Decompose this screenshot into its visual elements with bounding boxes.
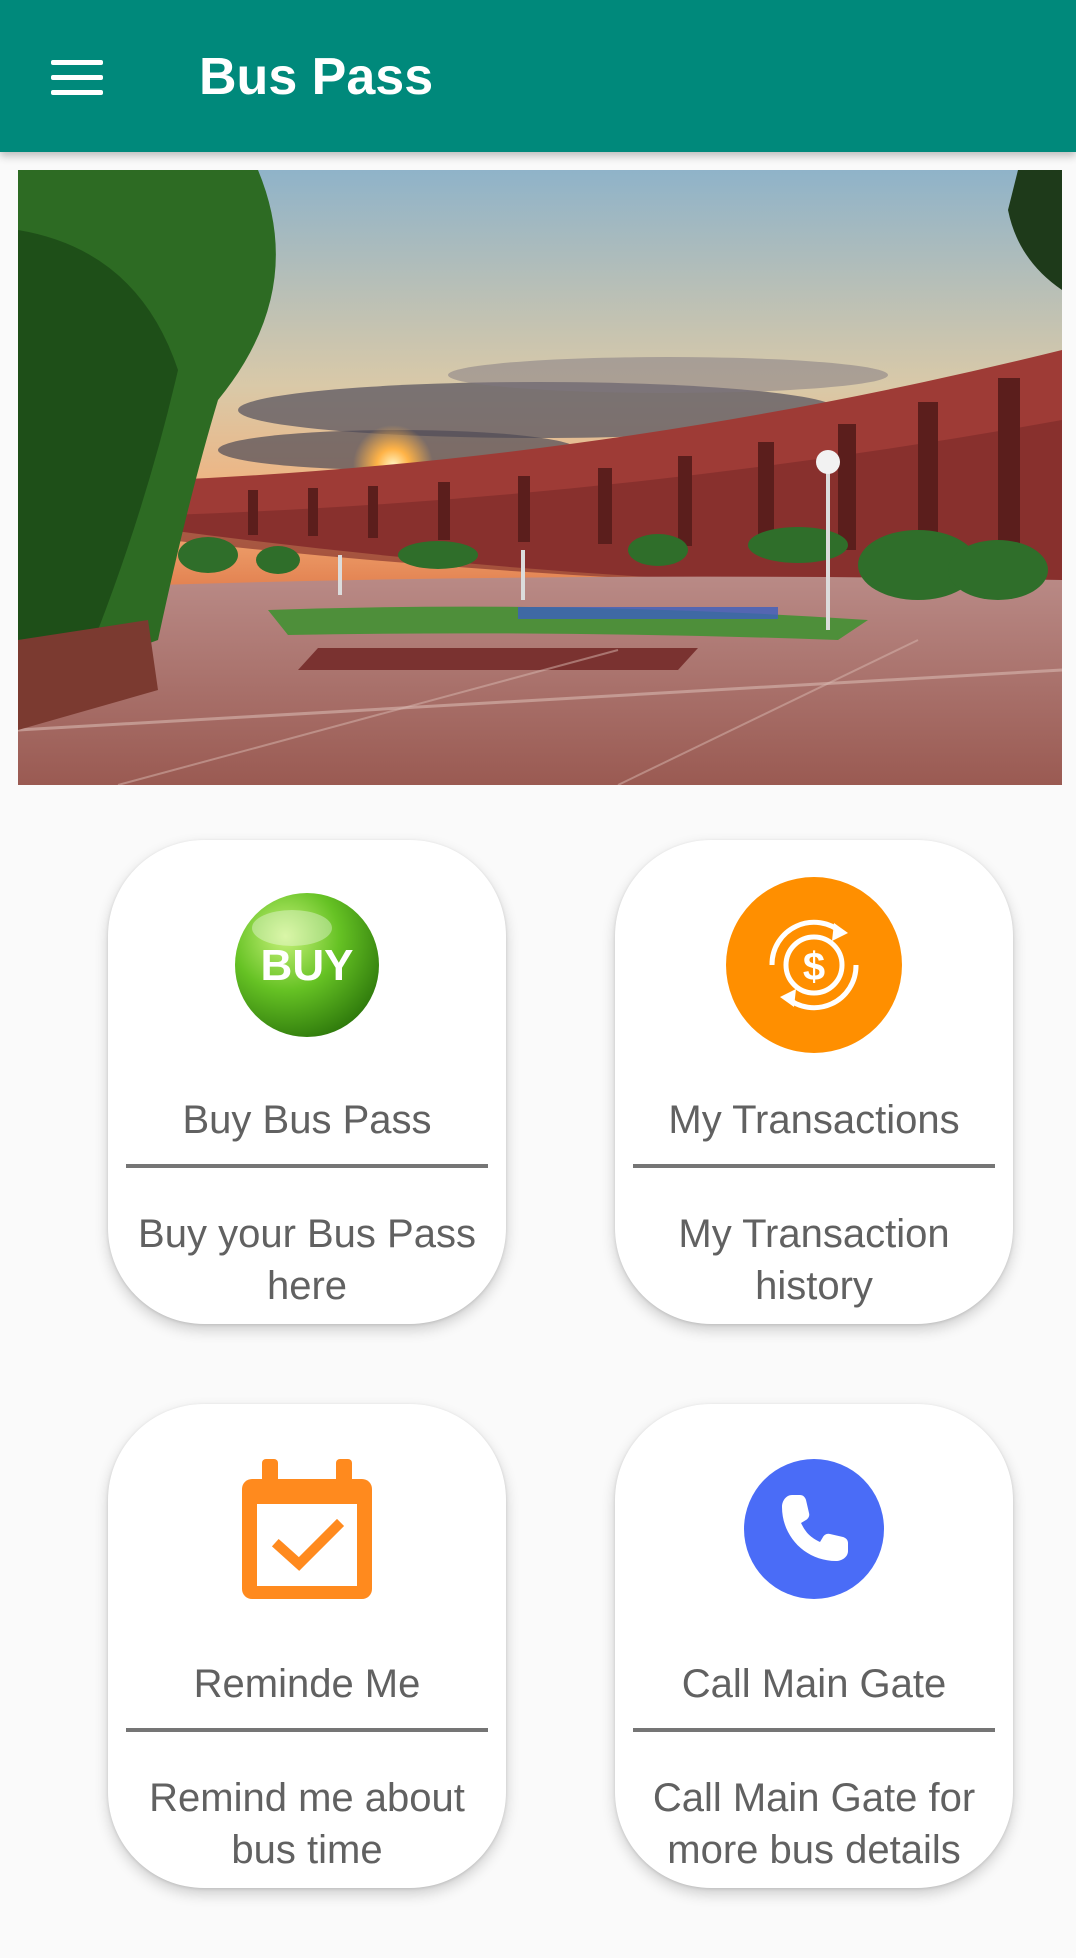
divider [126, 1164, 488, 1168]
divider [126, 1728, 488, 1732]
phone-icon [744, 1459, 884, 1599]
card-subtitle: Call Main Gate for more bus details [652, 1776, 976, 1872]
campus-banner-image [18, 170, 1062, 785]
card-subtitle: Buy your Bus Pass here [138, 1212, 476, 1308]
calendar-check-icon [242, 1459, 372, 1599]
card-title: Call Main Gate [681, 1662, 947, 1706]
remind-me-card[interactable]: Reminde Me Remind me about bus time [108, 1404, 506, 1888]
call-main-gate-card[interactable]: Call Main Gate Call Main Gate for more b… [615, 1404, 1013, 1888]
card-subtitle: My Transaction history [678, 1212, 950, 1308]
buy-icon: BUY [235, 893, 379, 1037]
divider [633, 1728, 995, 1732]
card-title: My Transactions [668, 1098, 960, 1142]
hamburger-menu-icon[interactable] [38, 46, 116, 108]
page-title: Bus Pass [199, 48, 434, 106]
my-transactions-card[interactable]: $ My Transactions My Transaction history [615, 840, 1013, 1324]
buy-bus-pass-card[interactable]: BUY Buy Bus Pass Buy your Bus Pass here [108, 840, 506, 1324]
svg-text:$: $ [803, 945, 825, 989]
card-subtitle: Remind me about bus time [149, 1776, 465, 1872]
app-bar: Bus Pass [0, 0, 1076, 152]
divider [633, 1164, 995, 1168]
svg-text:BUY: BUY [261, 941, 354, 990]
dollar-exchange-icon: $ [726, 877, 902, 1053]
card-title: Buy Bus Pass [182, 1098, 432, 1142]
card-title: Reminde Me [193, 1662, 421, 1706]
